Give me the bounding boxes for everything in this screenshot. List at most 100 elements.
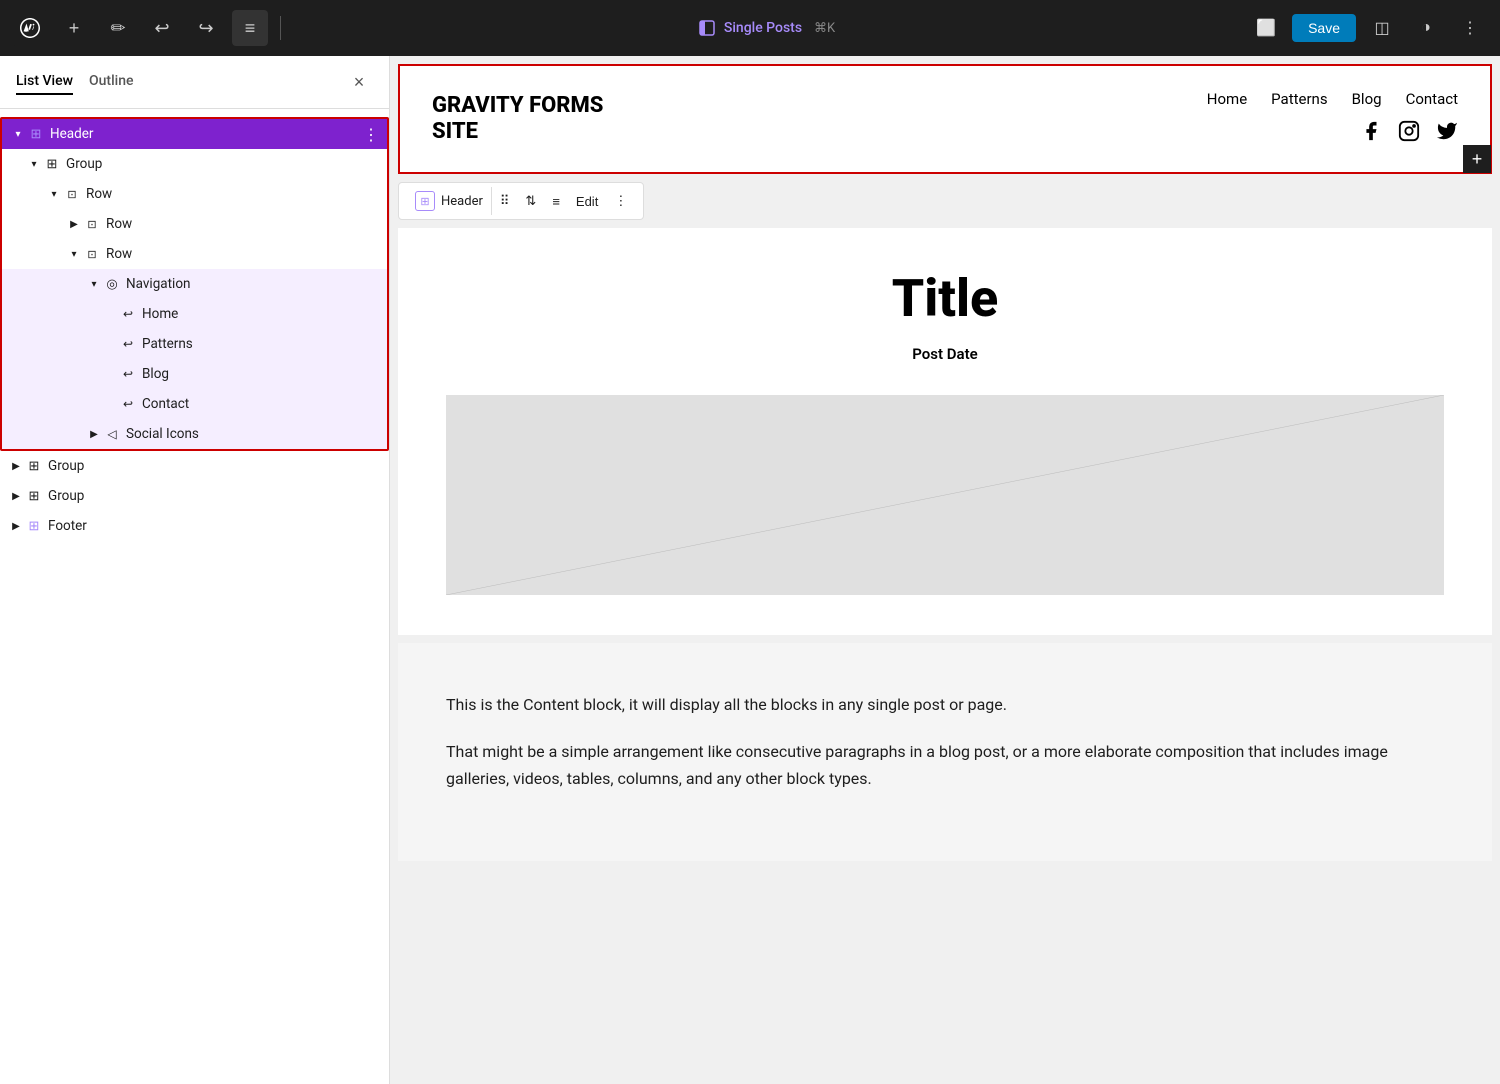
chevron-icon: ▾: [10, 126, 26, 142]
template-pill[interactable]: Single Posts: [698, 19, 802, 37]
edit-btn[interactable]: Edit: [568, 190, 606, 213]
tab-outline[interactable]: Outline: [89, 69, 134, 95]
toolbar-right: ⬜ Save ◫ ◑ ⋮: [1248, 10, 1488, 46]
content-block-section: This is the Content block, it will displ…: [398, 643, 1492, 861]
row-block-icon: ⊡: [62, 184, 82, 204]
nav-link-icon-4: ↩: [118, 394, 138, 414]
panel-close-btn[interactable]: ×: [345, 68, 373, 96]
tree-label-blog: Blog: [138, 366, 379, 382]
panel-tabs: List View Outline: [16, 69, 134, 95]
shortcut-hint: ⌘K: [814, 21, 835, 36]
tree-item-group-1[interactable]: ▾ ⊞ Group: [2, 149, 387, 179]
chevron-icon: ▾: [46, 186, 62, 202]
drag-handle-btn[interactable]: ⠿: [492, 189, 518, 213]
tree-item-header[interactable]: ▾ ⊞ Header ⋮: [2, 119, 387, 149]
preview-header-container: GRAVITY FORMS SITE Home Patterns Blog Co…: [398, 64, 1492, 174]
tree: ▾ ⊞ Header ⋮ ▾ ⊞ Group ▾ ⊡ Row: [0, 109, 389, 1084]
undo-btn[interactable]: ↩: [144, 10, 180, 46]
pencil-btn[interactable]: ✏: [100, 10, 136, 46]
footer-block-icon: ⊞: [24, 516, 44, 536]
tree-item-group-3[interactable]: ▶ ⊞ Group: [0, 481, 389, 511]
tree-label-row-3: Row: [102, 246, 379, 262]
nav-link-blog[interactable]: Blog: [1352, 90, 1382, 108]
content-paragraph-2: That might be a simple arrangement like …: [446, 738, 1444, 792]
tree-item-patterns[interactable]: ▶ ↩ Patterns: [2, 329, 387, 359]
instagram-icon[interactable]: [1398, 120, 1420, 148]
desktop-view-btn[interactable]: ⬜: [1248, 10, 1284, 46]
add-block-toolbar-btn[interactable]: +: [56, 10, 92, 46]
navigation-block-icon: ◎: [102, 274, 122, 294]
tab-list-view[interactable]: List View: [16, 69, 73, 95]
block-type-indicator: ⊞ Header: [407, 187, 492, 215]
header-actions[interactable]: ⋮: [363, 125, 379, 144]
tree-label-contact: Contact: [138, 396, 379, 412]
tree-label-group-1: Group: [62, 156, 379, 172]
tree-label-home: Home: [138, 306, 379, 322]
save-button[interactable]: Save: [1292, 14, 1356, 42]
chevron-icon: ▶: [66, 216, 82, 232]
tree-item-row-2[interactable]: ▶ ⊡ Row: [2, 209, 387, 239]
content-area: GRAVITY FORMS SITE Home Patterns Blog Co…: [390, 56, 1500, 1084]
panel-header: List View Outline ×: [0, 56, 389, 109]
nav-link-icon: ↩: [118, 304, 138, 324]
block-toolbar: ⊞ Header ⠿ ⇅ ≡ Edit ⋮: [398, 182, 644, 220]
facebook-icon[interactable]: [1360, 120, 1382, 148]
group-block-icon-3: ⊞: [24, 486, 44, 506]
social-icons-icon: ◁: [102, 424, 122, 444]
post-image-placeholder: [446, 395, 1444, 595]
more-btn[interactable]: ⋮: [1452, 10, 1488, 46]
row-block-icon-2: ⊡: [82, 214, 102, 234]
list-view-btn[interactable]: ≡: [232, 10, 268, 46]
row-block-icon-3: ⊡: [82, 244, 102, 264]
chevron-icon: ▾: [26, 156, 42, 172]
nav-link-patterns[interactable]: Patterns: [1271, 90, 1327, 108]
redo-btn[interactable]: ↪: [188, 10, 224, 46]
tree-label-group-2: Group: [44, 458, 381, 474]
contrast-btn[interactable]: ◑: [1408, 10, 1444, 46]
tree-item-contact[interactable]: ▶ ↩ Contact: [2, 389, 387, 419]
site-title: GRAVITY FORMS SITE: [432, 93, 603, 146]
nav-links: Home Patterns Blog Contact: [1207, 90, 1458, 108]
tree-label-row-2: Row: [102, 216, 379, 232]
toolbar-center: Single Posts ⌘K: [293, 19, 1240, 37]
tree-label-group-3: Group: [44, 488, 381, 504]
tree-item-row-3[interactable]: ▾ ⊡ Row: [2, 239, 387, 269]
preview-header: GRAVITY FORMS SITE Home Patterns Blog Co…: [400, 66, 1490, 172]
tree-label-row-1: Row: [82, 186, 379, 202]
tree-label-social-icons: Social Icons: [122, 426, 379, 442]
tree-item-footer[interactable]: ▶ ⊞ Footer: [0, 511, 389, 541]
more-options-btn[interactable]: ⋮: [606, 189, 635, 213]
nav-link-icon-2: ↩: [118, 334, 138, 354]
align-btn[interactable]: ≡: [544, 190, 568, 213]
block-name-label: Header: [441, 194, 483, 209]
tree-label-header: Header: [46, 126, 363, 142]
top-toolbar: + ✏ ↩ ↪ ≡ Single Posts ⌘K ⬜ Save ◫ ◑ ⋮: [0, 0, 1500, 56]
post-title: Title: [446, 268, 1444, 329]
chevron-icon: ▶: [8, 488, 24, 504]
add-block-btn[interactable]: +: [1463, 145, 1491, 173]
chevron-icon: ▶: [86, 426, 102, 442]
layout-btn[interactable]: ◫: [1364, 10, 1400, 46]
preview-wrapper: GRAVITY FORMS SITE Home Patterns Blog Co…: [390, 64, 1500, 861]
tree-label-footer: Footer: [44, 518, 381, 534]
tree-item-navigation[interactable]: ▾ ◎ Navigation: [2, 269, 387, 299]
tree-item-social-icons[interactable]: ▶ ◁ Social Icons: [2, 419, 387, 449]
tree-item-home[interactable]: ▶ ↩ Home: [2, 299, 387, 329]
header-block-type-icon: ⊞: [415, 191, 435, 211]
post-preview: Title Post Date: [398, 228, 1492, 635]
tree-item-blog[interactable]: ▶ ↩ Blog: [2, 359, 387, 389]
header-block-icon: ⊞: [26, 124, 46, 144]
twitter-icon[interactable]: [1436, 120, 1458, 148]
wp-logo[interactable]: [12, 10, 48, 46]
tree-item-group-2[interactable]: ▶ ⊞ Group: [0, 451, 389, 481]
toolbar-separator: [280, 16, 281, 40]
selected-section: ▾ ⊞ Header ⋮ ▾ ⊞ Group ▾ ⊡ Row: [0, 117, 389, 451]
group-block-icon: ⊞: [42, 154, 62, 174]
move-up-down-btn[interactable]: ⇅: [517, 189, 544, 213]
tree-item-row-1[interactable]: ▾ ⊡ Row: [2, 179, 387, 209]
content-paragraph-1: This is the Content block, it will displ…: [446, 691, 1444, 718]
nav-link-home[interactable]: Home: [1207, 90, 1247, 108]
left-panel: List View Outline × ▾ ⊞ Header ⋮ ▾ ⊞: [0, 56, 390, 1084]
chevron-icon: ▶: [8, 518, 24, 534]
nav-link-contact[interactable]: Contact: [1406, 90, 1458, 108]
